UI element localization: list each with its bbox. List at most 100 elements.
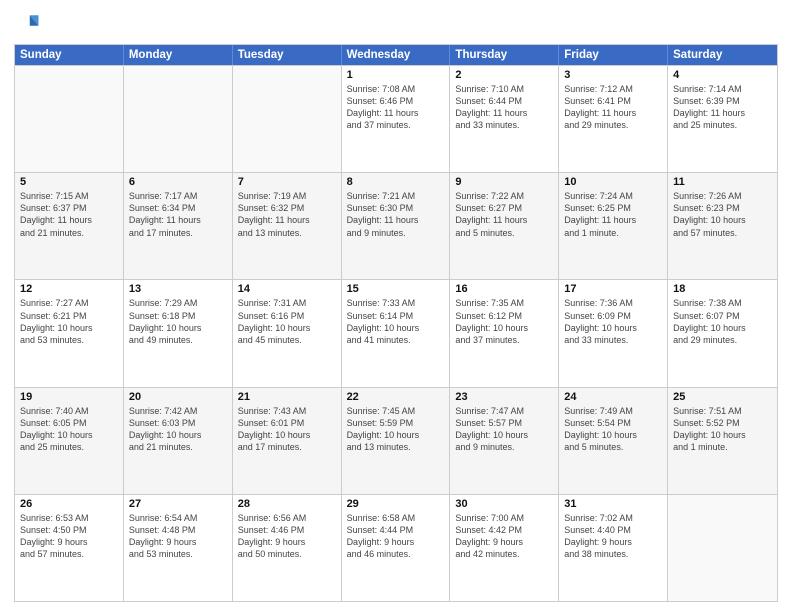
- day-number: 10: [564, 176, 662, 188]
- day-info: Sunrise: 7:15 AM Sunset: 6:37 PM Dayligh…: [20, 190, 118, 239]
- calendar-day-cell: 25Sunrise: 7:51 AM Sunset: 5:52 PM Dayli…: [668, 388, 777, 494]
- day-info: Sunrise: 7:38 AM Sunset: 6:07 PM Dayligh…: [673, 297, 772, 346]
- day-info: Sunrise: 7:47 AM Sunset: 5:57 PM Dayligh…: [455, 405, 553, 454]
- day-number: 28: [238, 498, 336, 510]
- day-info: Sunrise: 7:14 AM Sunset: 6:39 PM Dayligh…: [673, 83, 772, 132]
- calendar-row: 19 Sunrise: 7:40 AM Sunset: 6:05 PM Dayli…: [15, 387, 777, 494]
- empty-cell: [233, 66, 342, 172]
- weekday-header: Thursday: [450, 45, 559, 65]
- day-number: 5: [20, 176, 118, 188]
- calendar-day-cell: 12 Sunrise: 7:27 AM Sunset: 6:21 PM Dayli…: [15, 280, 124, 386]
- weekday-header: Saturday: [668, 45, 777, 65]
- calendar-day-cell: 4 Sunrise: 7:14 AM Sunset: 6:39 PM Daylig…: [668, 66, 777, 172]
- calendar-day-cell: 17 Sunrise: 7:36 AM Sunset: 6:09 PM Dayli…: [559, 280, 668, 386]
- day-number: 15: [347, 283, 445, 295]
- calendar-day-cell: 11Sunrise: 7:26 AM Sunset: 6:23 PM Dayli…: [668, 173, 777, 279]
- day-info: Sunrise: 7:36 AM Sunset: 6:09 PM Dayligh…: [564, 297, 662, 346]
- calendar-row: 1Sunrise: 7:08 AM Sunset: 6:46 PM Daylig…: [15, 65, 777, 172]
- day-number: 13: [129, 283, 227, 295]
- day-number: 20: [129, 391, 227, 403]
- day-number: 4: [673, 69, 772, 81]
- day-number: 11: [673, 176, 772, 188]
- calendar-header: SundayMondayTuesdayWednesdayThursdayFrid…: [15, 45, 777, 65]
- day-number: 27: [129, 498, 227, 510]
- day-info: Sunrise: 7:00 AM Sunset: 4:42 PM Dayligh…: [455, 512, 553, 561]
- day-info: Sunrise: 7:02 AM Sunset: 4:40 PM Dayligh…: [564, 512, 662, 561]
- calendar-day-cell: 2Sunrise: 7:10 AM Sunset: 6:44 PM Daylig…: [450, 66, 559, 172]
- day-info: Sunrise: 7:45 AM Sunset: 5:59 PM Dayligh…: [347, 405, 445, 454]
- day-number: 14: [238, 283, 336, 295]
- header: [14, 10, 778, 38]
- day-number: 29: [347, 498, 445, 510]
- calendar-day-cell: 13 Sunrise: 7:29 AM Sunset: 6:18 PM Dayli…: [124, 280, 233, 386]
- day-number: 23: [455, 391, 553, 403]
- day-info: Sunrise: 6:56 AM Sunset: 4:46 PM Dayligh…: [238, 512, 336, 561]
- calendar-day-cell: 24 Sunrise: 7:49 AM Sunset: 5:54 PM Dayli…: [559, 388, 668, 494]
- day-info: Sunrise: 7:33 AM Sunset: 6:14 PM Dayligh…: [347, 297, 445, 346]
- day-info: Sunrise: 7:27 AM Sunset: 6:21 PM Dayligh…: [20, 297, 118, 346]
- weekday-header: Sunday: [15, 45, 124, 65]
- empty-cell: [668, 495, 777, 601]
- calendar-row: 5 Sunrise: 7:15 AM Sunset: 6:37 PM Daylig…: [15, 172, 777, 279]
- calendar-day-cell: 20 Sunrise: 7:42 AM Sunset: 6:03 PM Dayli…: [124, 388, 233, 494]
- calendar-day-cell: 23 Sunrise: 7:47 AM Sunset: 5:57 PM Dayli…: [450, 388, 559, 494]
- calendar-day-cell: 9Sunrise: 7:22 AM Sunset: 6:27 PM Daylig…: [450, 173, 559, 279]
- weekday-header: Monday: [124, 45, 233, 65]
- calendar-day-cell: 5 Sunrise: 7:15 AM Sunset: 6:37 PM Daylig…: [15, 173, 124, 279]
- calendar-day-cell: 19 Sunrise: 7:40 AM Sunset: 6:05 PM Dayli…: [15, 388, 124, 494]
- day-info: Sunrise: 7:43 AM Sunset: 6:01 PM Dayligh…: [238, 405, 336, 454]
- calendar-day-cell: 15 Sunrise: 7:33 AM Sunset: 6:14 PM Dayli…: [342, 280, 451, 386]
- day-number: 24: [564, 391, 662, 403]
- calendar-day-cell: 31Sunrise: 7:02 AM Sunset: 4:40 PM Dayli…: [559, 495, 668, 601]
- day-info: Sunrise: 7:17 AM Sunset: 6:34 PM Dayligh…: [129, 190, 227, 239]
- calendar-day-cell: 6Sunrise: 7:17 AM Sunset: 6:34 PM Daylig…: [124, 173, 233, 279]
- calendar-day-cell: 21 Sunrise: 7:43 AM Sunset: 6:01 PM Dayli…: [233, 388, 342, 494]
- day-number: 8: [347, 176, 445, 188]
- calendar-day-cell: 3Sunrise: 7:12 AM Sunset: 6:41 PM Daylig…: [559, 66, 668, 172]
- calendar-day-cell: 14Sunrise: 7:31 AM Sunset: 6:16 PM Dayli…: [233, 280, 342, 386]
- day-info: Sunrise: 7:10 AM Sunset: 6:44 PM Dayligh…: [455, 83, 553, 132]
- calendar-row: 12 Sunrise: 7:27 AM Sunset: 6:21 PM Dayli…: [15, 279, 777, 386]
- calendar-day-cell: 28 Sunrise: 6:56 AM Sunset: 4:46 PM Dayli…: [233, 495, 342, 601]
- day-number: 21: [238, 391, 336, 403]
- day-number: 9: [455, 176, 553, 188]
- day-info: Sunrise: 7:51 AM Sunset: 5:52 PM Dayligh…: [673, 405, 772, 454]
- weekday-header: Wednesday: [342, 45, 451, 65]
- calendar-day-cell: 27 Sunrise: 6:54 AM Sunset: 4:48 PM Dayli…: [124, 495, 233, 601]
- calendar-day-cell: 18 Sunrise: 7:38 AM Sunset: 6:07 PM Dayli…: [668, 280, 777, 386]
- day-number: 18: [673, 283, 772, 295]
- calendar: SundayMondayTuesdayWednesdayThursdayFrid…: [14, 44, 778, 602]
- day-number: 17: [564, 283, 662, 295]
- day-info: Sunrise: 7:21 AM Sunset: 6:30 PM Dayligh…: [347, 190, 445, 239]
- day-info: Sunrise: 7:19 AM Sunset: 6:32 PM Dayligh…: [238, 190, 336, 239]
- logo: [14, 10, 46, 38]
- calendar-day-cell: 7 Sunrise: 7:19 AM Sunset: 6:32 PM Daylig…: [233, 173, 342, 279]
- day-info: Sunrise: 7:29 AM Sunset: 6:18 PM Dayligh…: [129, 297, 227, 346]
- calendar-day-cell: 10 Sunrise: 7:24 AM Sunset: 6:25 PM Dayli…: [559, 173, 668, 279]
- day-info: Sunrise: 7:35 AM Sunset: 6:12 PM Dayligh…: [455, 297, 553, 346]
- calendar-day-cell: 29Sunrise: 6:58 AM Sunset: 4:44 PM Dayli…: [342, 495, 451, 601]
- empty-cell: [124, 66, 233, 172]
- day-info: Sunrise: 6:53 AM Sunset: 4:50 PM Dayligh…: [20, 512, 118, 561]
- day-number: 7: [238, 176, 336, 188]
- day-number: 12: [20, 283, 118, 295]
- calendar-day-cell: 22 Sunrise: 7:45 AM Sunset: 5:59 PM Dayli…: [342, 388, 451, 494]
- day-info: Sunrise: 7:42 AM Sunset: 6:03 PM Dayligh…: [129, 405, 227, 454]
- day-number: 3: [564, 69, 662, 81]
- calendar-day-cell: 30 Sunrise: 7:00 AM Sunset: 4:42 PM Dayli…: [450, 495, 559, 601]
- day-info: Sunrise: 7:24 AM Sunset: 6:25 PM Dayligh…: [564, 190, 662, 239]
- weekday-header: Tuesday: [233, 45, 342, 65]
- page: SundayMondayTuesdayWednesdayThursdayFrid…: [0, 0, 792, 612]
- day-number: 19: [20, 391, 118, 403]
- day-number: 22: [347, 391, 445, 403]
- calendar-day-cell: 1Sunrise: 7:08 AM Sunset: 6:46 PM Daylig…: [342, 66, 451, 172]
- empty-cell: [15, 66, 124, 172]
- day-number: 1: [347, 69, 445, 81]
- weekday-header: Friday: [559, 45, 668, 65]
- day-info: Sunrise: 6:54 AM Sunset: 4:48 PM Dayligh…: [129, 512, 227, 561]
- day-info: Sunrise: 7:49 AM Sunset: 5:54 PM Dayligh…: [564, 405, 662, 454]
- day-number: 30: [455, 498, 553, 510]
- calendar-day-cell: 8 Sunrise: 7:21 AM Sunset: 6:30 PM Daylig…: [342, 173, 451, 279]
- day-info: Sunrise: 7:40 AM Sunset: 6:05 PM Dayligh…: [20, 405, 118, 454]
- calendar-row: 26Sunrise: 6:53 AM Sunset: 4:50 PM Dayli…: [15, 494, 777, 601]
